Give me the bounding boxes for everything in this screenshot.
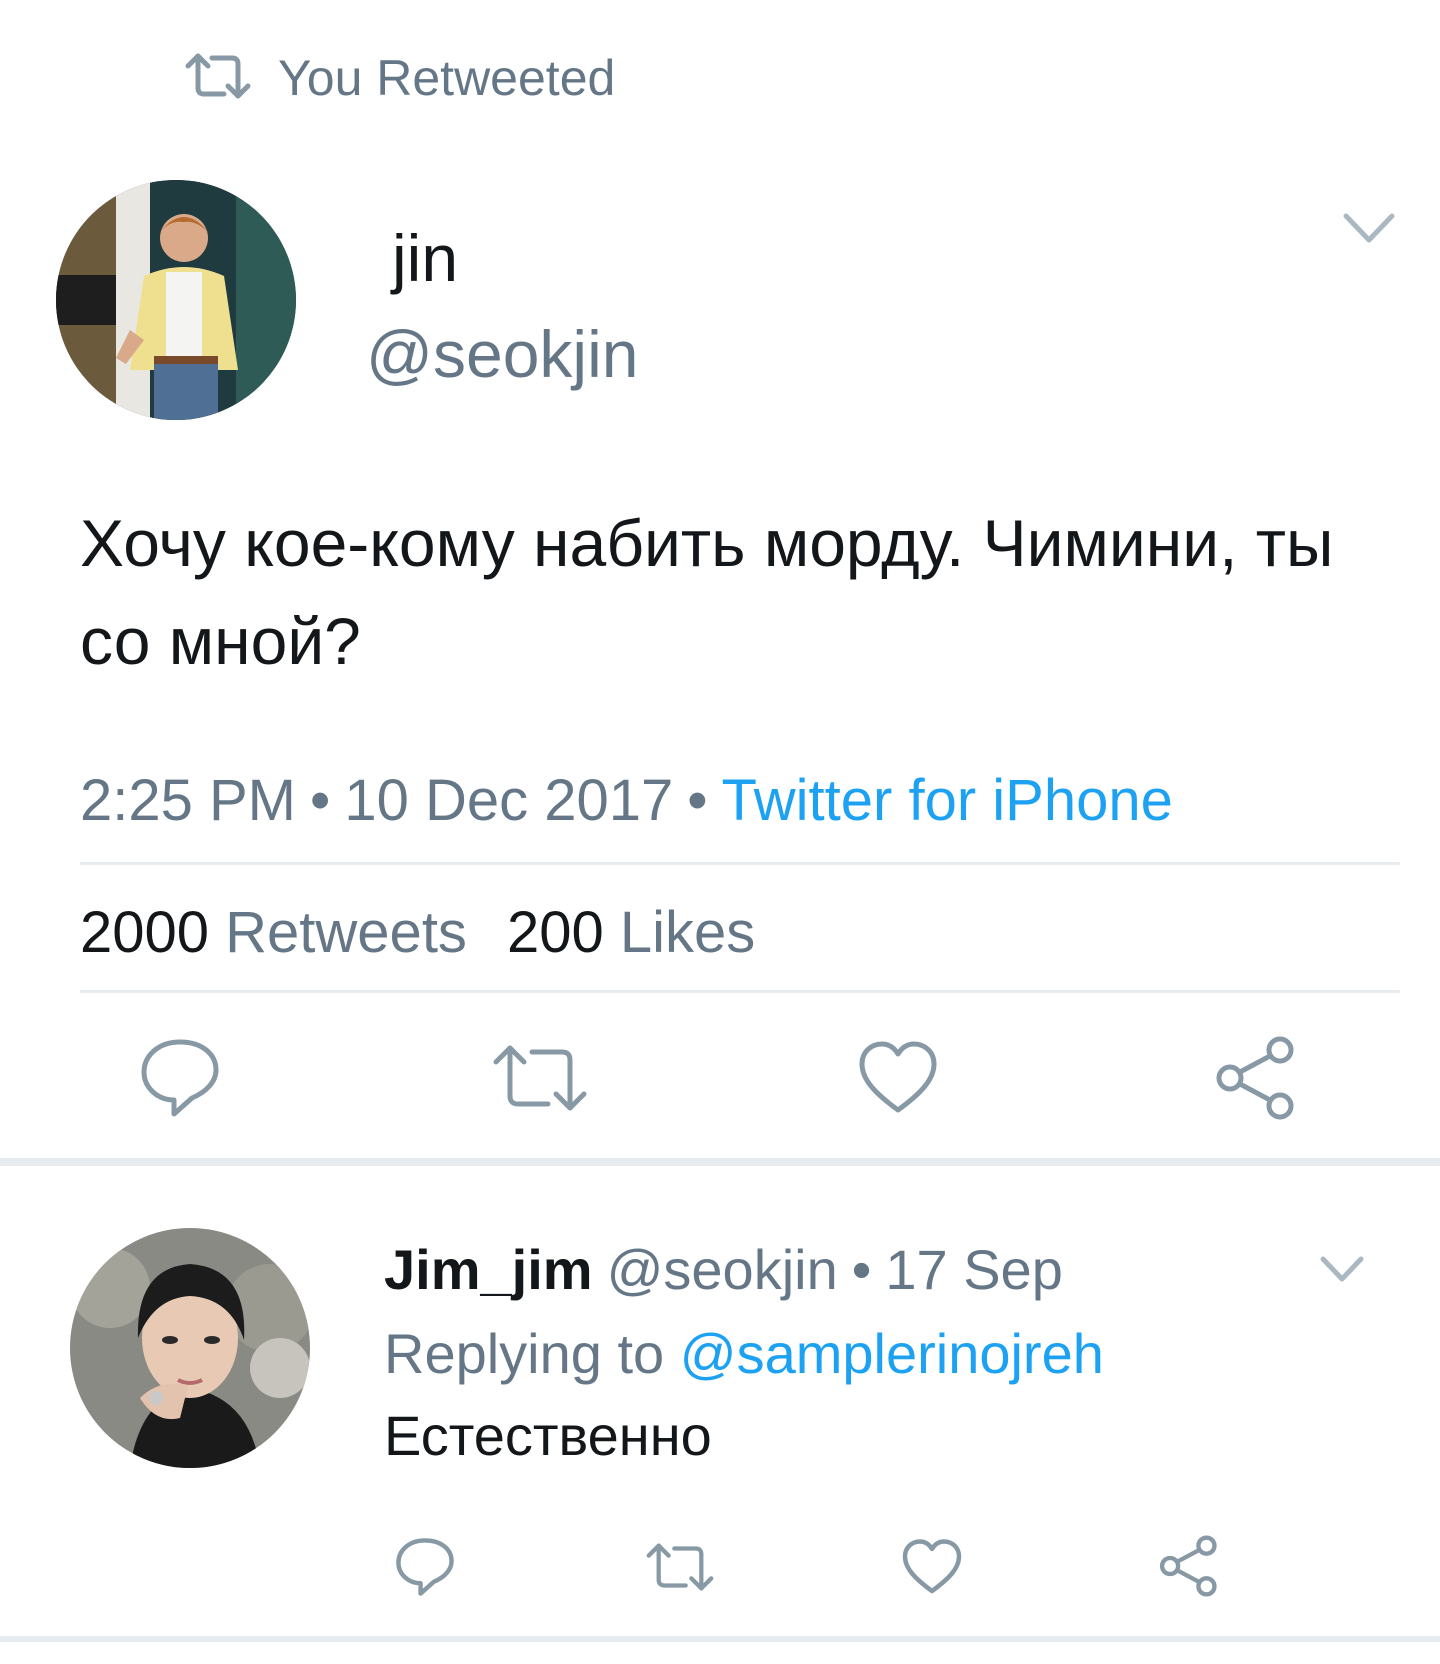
- reply-header: Jim_jim @seokjin • 17 Sep: [384, 1236, 1063, 1304]
- retweets-stat[interactable]: 2000 Retweets: [80, 900, 467, 965]
- share-button[interactable]: [1158, 1534, 1220, 1598]
- avatar[interactable]: [56, 180, 296, 420]
- reply-date[interactable]: 17 Sep: [885, 1238, 1063, 1301]
- share-icon: [1216, 1036, 1294, 1120]
- reply-avatar[interactable]: [70, 1228, 310, 1468]
- replying-to-user-link[interactable]: @samplerinojreh: [680, 1322, 1104, 1385]
- share-button[interactable]: [1214, 1034, 1298, 1122]
- divider: [80, 990, 1400, 993]
- section-separator: [0, 1636, 1440, 1642]
- meta-separator: •: [851, 1238, 872, 1301]
- chevron-down-icon: [1343, 213, 1395, 243]
- like-button[interactable]: [858, 1040, 938, 1116]
- meta-separator: •: [310, 768, 331, 833]
- retweets-label: Retweets: [225, 900, 467, 965]
- retweet-icon: [646, 1543, 714, 1591]
- reply-author-handle[interactable]: @seokjin: [607, 1238, 838, 1301]
- likes-count: 200: [506, 900, 604, 965]
- tweet-metadata: 2:25 PM • 10 Dec 2017 • Twitter for iPhone: [80, 766, 1173, 836]
- retweets-count: 2000: [80, 900, 210, 965]
- meta-separator: •: [687, 768, 708, 833]
- author-handle[interactable]: @seokjin: [366, 318, 638, 390]
- reply-button[interactable]: [138, 1036, 222, 1120]
- avatar-image: [56, 180, 296, 420]
- tweet-time[interactable]: 2:25 PM: [80, 768, 296, 833]
- chevron-down-icon: [1320, 1256, 1364, 1282]
- likes-stat[interactable]: 200 Likes: [507, 900, 755, 965]
- heart-icon: [859, 1041, 937, 1113]
- like-button[interactable]: [902, 1538, 962, 1596]
- tweet-text: Хочу кое-кому набить морду. Чимини, ты с…: [80, 506, 1334, 678]
- replying-to-label: Replying to: [384, 1322, 665, 1385]
- tweet-stats: 2000 Retweets 200 Likes: [80, 898, 755, 968]
- section-separator: [0, 1158, 1440, 1166]
- tweet-date[interactable]: 10 Dec 2017: [344, 768, 673, 833]
- heart-icon: [902, 1539, 962, 1594]
- retweet-icon: [493, 1045, 587, 1111]
- reply-icon: [141, 1039, 219, 1117]
- retweet-context-label: You Retweeted: [278, 50, 616, 106]
- more-options-button[interactable]: [1340, 208, 1398, 248]
- retweet-button[interactable]: [490, 1040, 590, 1116]
- reply-icon: [396, 1538, 454, 1596]
- avatar-image: [70, 1228, 310, 1468]
- retweet-context: You Retweeted: [184, 48, 615, 108]
- reply-more-options-button[interactable]: [1318, 1252, 1366, 1286]
- reply-text: Естественно: [384, 1404, 712, 1467]
- retweet-icon: [184, 50, 252, 107]
- divider: [80, 862, 1400, 865]
- tweet-source-link[interactable]: Twitter for iPhone: [722, 768, 1173, 833]
- replying-to: Replying to @samplerinojreh: [384, 1320, 1104, 1388]
- likes-label: Likes: [619, 900, 756, 965]
- reply-author-name[interactable]: Jim_jim: [384, 1238, 593, 1301]
- reply-button[interactable]: [394, 1536, 456, 1598]
- retweet-button[interactable]: [644, 1540, 716, 1594]
- author-name[interactable]: jin: [392, 222, 458, 294]
- share-icon: [1159, 1535, 1217, 1597]
